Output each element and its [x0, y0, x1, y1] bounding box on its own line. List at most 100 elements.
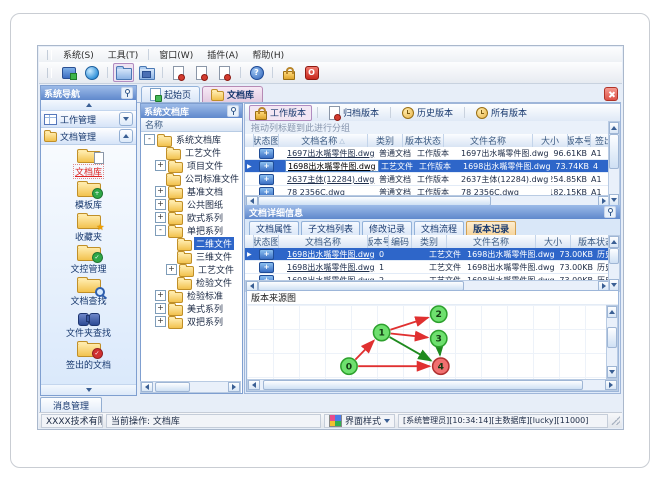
table-row[interactable]: +1697出水嘴零件图.dwg 普通文档 工作版本 1697出水嘴零件图.dwg 96.…	[245, 147, 609, 160]
toolbar-button-exit-icon[interactable]: O	[301, 63, 322, 82]
doc-name-link[interactable]: 78 2356C.dwg	[287, 188, 345, 196]
column-header-类别[interactable]: 类别	[368, 134, 403, 147]
tab-message-management[interactable]: 消息管理	[40, 397, 102, 413]
column-header-编码[interactable]: 编码	[389, 235, 412, 248]
button-历史版本[interactable]: 历史版本	[396, 105, 459, 121]
menu-item-帮助[interactable]: 帮助(H)	[245, 47, 291, 62]
expander-plus-icon[interactable]: +	[155, 160, 166, 171]
table-row[interactable]: +78 2356C.dwg 普通文档 工作版本 78 2356C.dwg 182.15K…	[245, 186, 609, 195]
column-header-版本状态[interactable]: 版本状态	[571, 235, 609, 248]
doc-name-link[interactable]: 1697出水嘴零件图.dwg	[287, 148, 375, 159]
table-row[interactable]: ▶ +1698出水嘴零件图.dwg 工艺文件 工作版本 1698出水嘴零件图.dwg 73…	[245, 160, 609, 173]
expander-minus-icon[interactable]: -	[144, 134, 155, 145]
table-row[interactable]: +2637主体(12284).dwg 普通文档 工作版本 2637主体(12284).…	[245, 173, 609, 186]
toolbar-button-doc-add-icon[interactable]	[168, 63, 189, 82]
menu-item-系统[interactable]: 系统(S)	[56, 47, 101, 62]
column-header-版本号[interactable]: 版本号	[368, 235, 389, 248]
table-row[interactable]: +1698出水嘴零件图.dwg 1 工艺文件 1698出水嘴零件图.dwg 73.00K…	[245, 261, 609, 274]
scroll-up-icon[interactable]	[609, 236, 619, 248]
expander-plus-icon[interactable]: +	[155, 186, 166, 197]
top-table-vscrollbar[interactable]	[608, 121, 620, 207]
expander-plus-icon[interactable]: +	[166, 264, 177, 275]
version-node-4[interactable]: 4	[431, 357, 450, 376]
detail-tab-文档属性[interactable]: 文档属性	[249, 221, 300, 235]
column-header-文件名称[interactable]: 文件名称	[444, 134, 533, 147]
sidebar-item-文件夹查找[interactable]: 文件夹查找	[44, 307, 134, 339]
column-header-状态图[interactable]: 状态图	[254, 235, 279, 248]
sidebar-item-模板库[interactable]: + 模板库	[44, 179, 134, 211]
sidebar-group-工作管理[interactable]: 工作管理	[41, 111, 136, 128]
table-row[interactable]: ▶ +1698出水嘴零件图.dwg 0 工艺文件 1698出水嘴零件图.dwg 73.00…	[245, 248, 609, 261]
scroll-down-icon[interactable]	[607, 366, 617, 378]
toolbar-button-screen-style-icon[interactable]	[58, 63, 79, 82]
column-header-版本状态[interactable]: 版本状态	[403, 134, 444, 147]
close-icon[interactable]	[604, 87, 618, 101]
expander-minus-icon[interactable]: -	[155, 225, 166, 236]
version-node-1[interactable]: 1	[372, 323, 391, 342]
scroll-up-icon[interactable]	[609, 122, 619, 134]
tree-hscrollbar[interactable]	[140, 381, 241, 393]
doc-name-link[interactable]: 1698出水嘴零件图.dwg	[288, 161, 376, 171]
sidebar-group-文档管理[interactable]: 文档管理	[41, 128, 136, 145]
menu-item-窗口[interactable]: 窗口(W)	[152, 47, 200, 62]
doc-name-link[interactable]: 1698出水嘴零件图.dwg	[287, 262, 375, 273]
expander-plus-icon[interactable]: +	[155, 303, 166, 314]
toolbar-button-lock-icon[interactable]	[278, 63, 299, 82]
resize-grip[interactable]	[611, 416, 620, 425]
tree-node-单把系列[interactable]: - 单把系列	[141, 224, 242, 238]
tree-node-三维文件[interactable]: 三维文件	[141, 250, 242, 264]
version-node-0[interactable]: 0	[340, 357, 358, 376]
toolbar-button-doc-delete-icon[interactable]	[214, 63, 235, 82]
sidebar-item-文档库[interactable]: 文档库	[44, 147, 134, 179]
column-header-文档名称[interactable]: 文档名称 △	[279, 134, 368, 147]
expander-plus-icon[interactable]: +	[155, 212, 166, 223]
toolbar-button-help-icon[interactable]: ?	[246, 63, 267, 82]
tree-node-系统文档库[interactable]: - 系统文档库	[141, 133, 242, 147]
detail-tab-版本记录[interactable]: 版本记录	[466, 221, 517, 235]
toolbar-button-folder-open-icon[interactable]	[113, 63, 134, 82]
tree-node-双把系列[interactable]: + 双把系列	[141, 315, 242, 329]
graph-hscrollbar[interactable]	[247, 379, 618, 391]
tree-node-工艺文件[interactable]: + 工艺文件	[141, 263, 242, 277]
tree-node-项目文件[interactable]: + 项目文件	[141, 159, 242, 173]
sidebar-item-签出的文档[interactable]: ✓ 签出的文档	[44, 339, 134, 371]
column-header-签出状态[interactable]: 签出状态	[591, 134, 609, 147]
pin-icon[interactable]	[121, 87, 133, 99]
scroll-left-icon[interactable]	[248, 380, 260, 390]
button-所有版本[interactable]: 所有版本	[470, 105, 533, 121]
scroll-up-icon[interactable]	[607, 306, 617, 318]
column-header-大小[interactable]: 大小	[536, 235, 571, 248]
sidebar-item-收藏夹[interactable]: ★ 收藏夹	[44, 211, 134, 243]
column-header-状态图[interactable]: 状态图	[254, 134, 279, 147]
chevron-up-icon[interactable]	[119, 129, 133, 143]
tree-node-基准文档[interactable]: + 基准文档	[141, 185, 242, 199]
doc-name-link[interactable]: 1698出水嘴零件图.dwg	[287, 249, 375, 260]
group-by-bar[interactable]: 拖动列标题到此进行分组	[245, 121, 615, 135]
column-header-版本号[interactable]: 版本号	[568, 134, 591, 147]
bottom-table-vscrollbar[interactable]	[608, 235, 620, 292]
tree-node-检验标准[interactable]: + 检验标准	[141, 289, 242, 303]
toolbar-button-doc-edit-icon[interactable]	[191, 63, 212, 82]
expander-plus-icon[interactable]: +	[155, 316, 166, 327]
sidebar-item-文控管理[interactable]: ✓ 文控管理	[44, 243, 134, 275]
tree-node-二维文件[interactable]: 二维文件	[141, 237, 242, 251]
tab-起始页[interactable]: 起始页	[141, 86, 201, 102]
detail-tab-子文档列表[interactable]: 子文档列表	[301, 221, 361, 235]
menu-item-工具[interactable]: 工具(T)	[101, 47, 146, 62]
version-node-2[interactable]: 2	[429, 305, 448, 324]
ui-style-button[interactable]: 界面样式	[323, 413, 395, 428]
scroll-right-icon[interactable]	[228, 382, 240, 392]
tree-node-工艺文件[interactable]: 工艺文件	[141, 146, 242, 160]
sidebar-scroll-up[interactable]	[41, 100, 136, 111]
column-header-文档名称[interactable]: 文档名称	[279, 235, 368, 248]
expander-plus-icon[interactable]: +	[155, 290, 166, 301]
sidebar-scroll-down[interactable]	[41, 384, 136, 395]
column-header-类别[interactable]: 类别	[412, 235, 447, 248]
pin-icon[interactable]	[604, 206, 616, 218]
pin-icon[interactable]	[227, 105, 239, 117]
toolbar-button-globe-icon[interactable]	[81, 63, 102, 82]
tree-node-公司标准文件[interactable]: 公司标准文件	[141, 172, 242, 186]
doc-name-link[interactable]: 2637主体(12284).dwg	[287, 174, 374, 185]
detail-tab-修改记录[interactable]: 修改记录	[362, 221, 413, 235]
tree-node-公共图纸[interactable]: + 公共图纸	[141, 198, 242, 212]
